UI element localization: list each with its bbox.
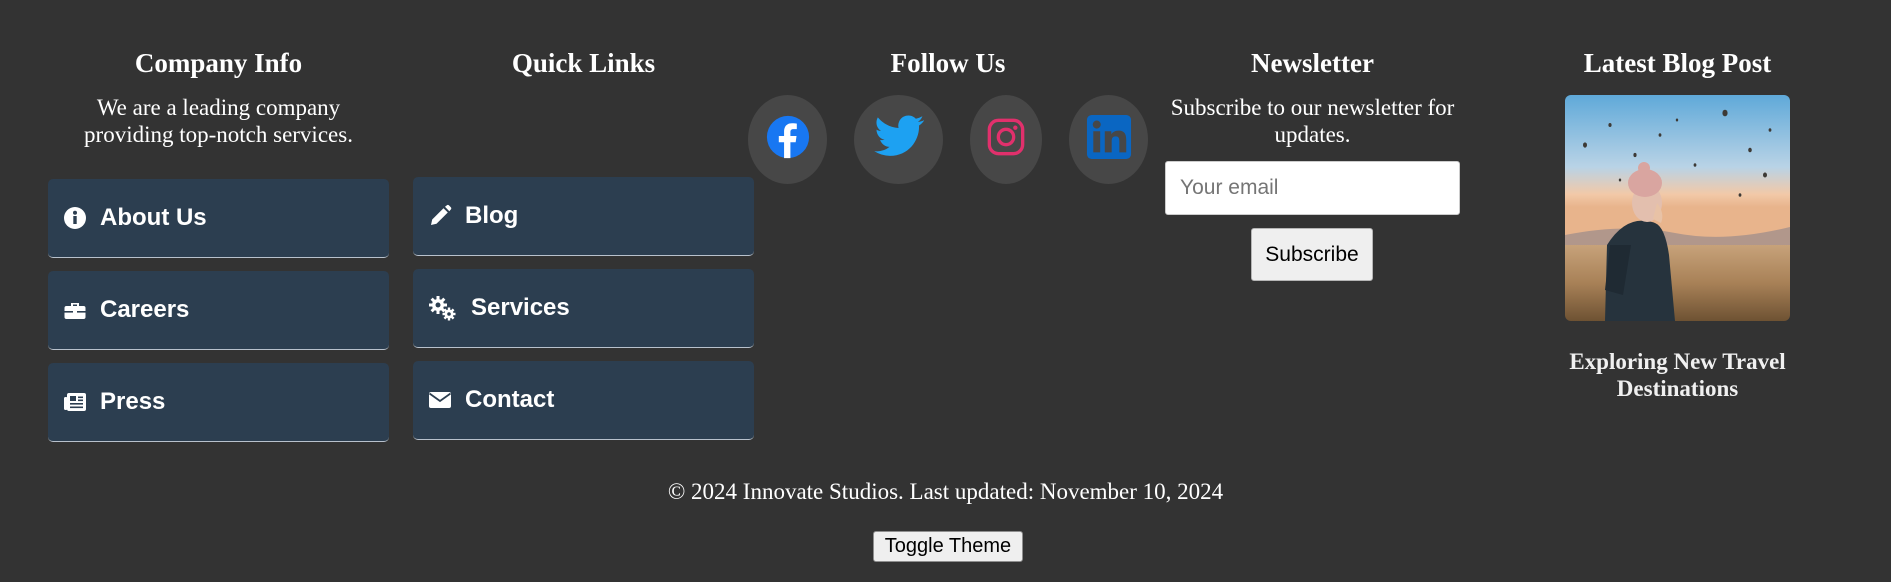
- newsletter-description: Subscribe to our newsletter for updates.: [1170, 95, 1455, 147]
- press-label: Press: [100, 388, 166, 415]
- pencil-icon: [427, 203, 453, 229]
- company-info-heading: Company Info: [134, 48, 303, 78]
- blog-label: Blog: [465, 202, 519, 229]
- about-us-label: About Us: [100, 204, 207, 231]
- latest-blog-section: Latest Blog Post: [1540, 0, 1815, 78]
- email-input[interactable]: [1165, 161, 1460, 215]
- about-us-link[interactable]: About Us: [48, 179, 389, 258]
- facebook-icon: [765, 114, 811, 165]
- follow-us-section: Follow Us: [748, 0, 1148, 200]
- twitter-link[interactable]: [854, 95, 943, 184]
- toggle-theme-button[interactable]: Toggle Theme: [873, 531, 1023, 562]
- facebook-link[interactable]: [748, 95, 827, 184]
- blog-link[interactable]: Blog: [413, 177, 754, 256]
- newsletter-heading: Newsletter: [1251, 48, 1374, 78]
- blog-post-title[interactable]: Exploring New Travel Destinations: [1540, 348, 1815, 402]
- quick-links-section: Quick Links Blog Services Contact: [413, 0, 754, 460]
- careers-label: Careers: [100, 296, 190, 323]
- services-label: Services: [471, 294, 570, 321]
- contact-label: Contact: [465, 386, 555, 413]
- subscribe-button[interactable]: Subscribe: [1251, 228, 1373, 281]
- copyright-text: © 2024 Innovate Studios. Last updated: N…: [667, 479, 1224, 504]
- info-circle-icon: [62, 205, 88, 231]
- linkedin-link[interactable]: [1069, 95, 1148, 184]
- envelope-icon: [427, 387, 453, 413]
- newspaper-icon: [62, 389, 88, 415]
- services-link[interactable]: Services: [413, 269, 754, 348]
- quick-links-heading: Quick Links: [511, 48, 656, 78]
- follow-us-heading: Follow Us: [890, 48, 1006, 78]
- instagram-icon: [986, 117, 1026, 162]
- press-link[interactable]: Press: [48, 363, 389, 442]
- company-description: We are a leading company providing top-n…: [84, 95, 353, 147]
- twitter-icon: [872, 110, 926, 169]
- gears-icon: [427, 295, 459, 321]
- linkedin-icon: [1086, 114, 1132, 165]
- careers-link[interactable]: Careers: [48, 271, 389, 350]
- contact-link[interactable]: Contact: [413, 361, 754, 440]
- latest-blog-heading: Latest Blog Post: [1583, 48, 1772, 78]
- instagram-link[interactable]: [970, 95, 1042, 184]
- briefcase-icon: [62, 297, 88, 323]
- blog-post-image[interactable]: [1565, 95, 1790, 321]
- company-info-section: Company Info We are a leading company pr…: [48, 0, 389, 460]
